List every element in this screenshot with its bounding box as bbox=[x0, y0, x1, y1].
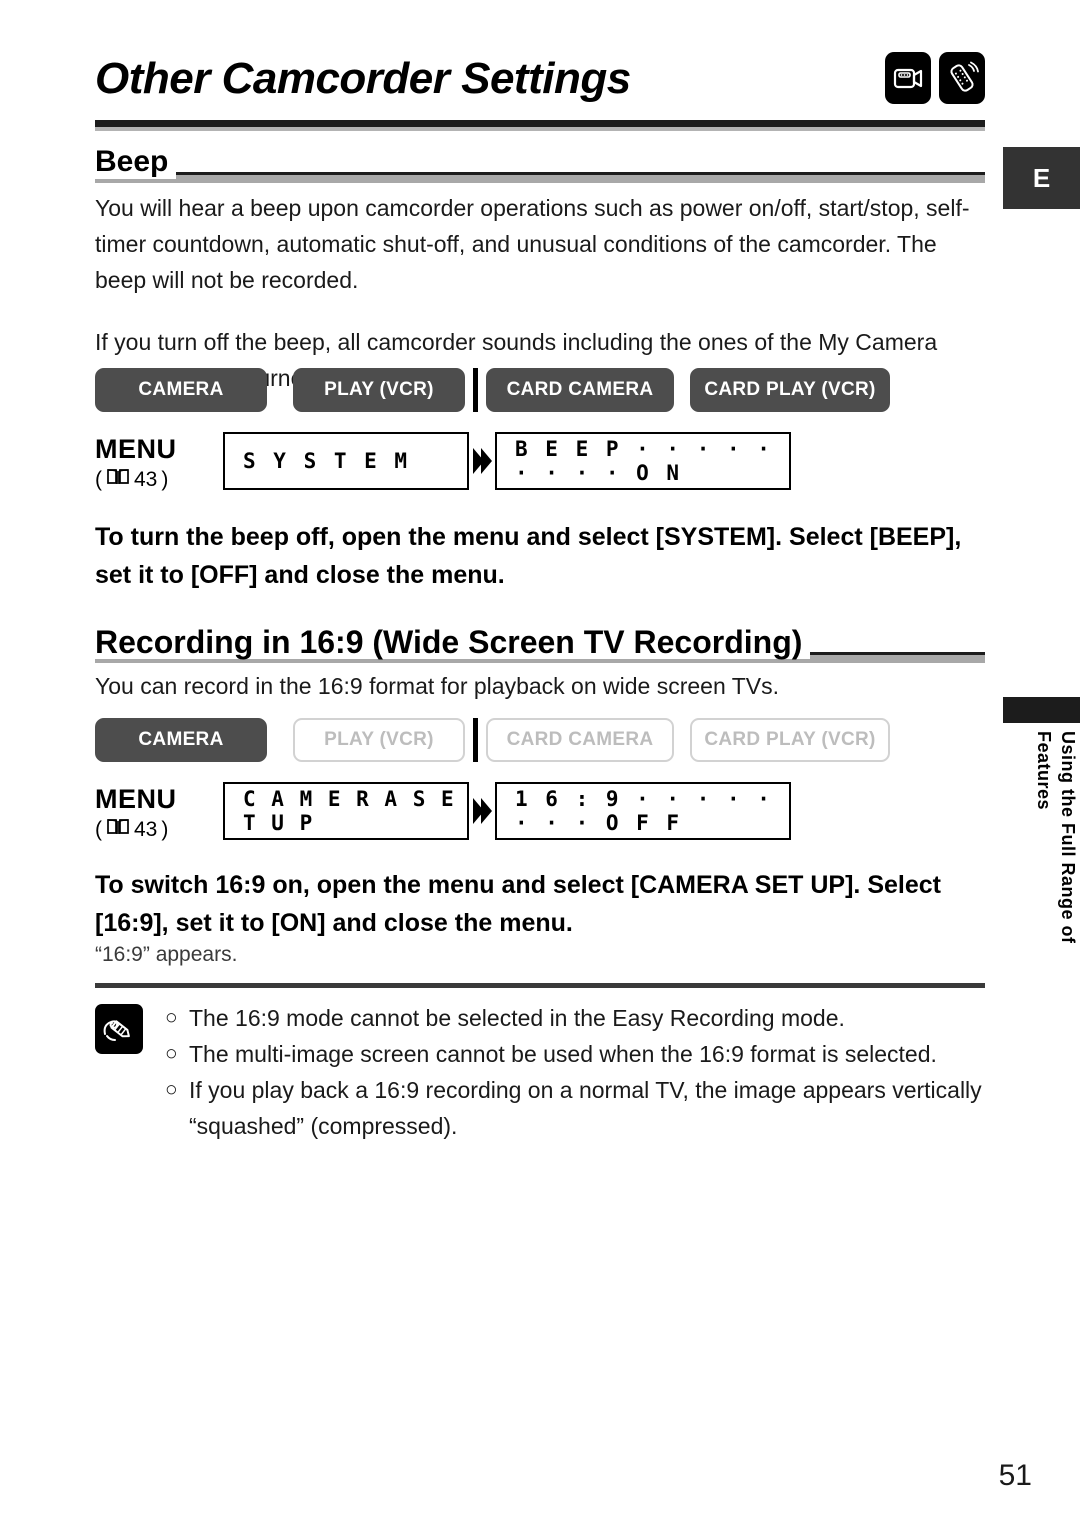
menu-reference: MENU ( 43) bbox=[95, 782, 223, 844]
menu-path-beep: MENU ( 43) S Y S T E M B E E P · · · · ·… bbox=[95, 432, 985, 494]
book-icon bbox=[106, 816, 130, 844]
side-chapter-tab: Using the Full Range of Features bbox=[1003, 697, 1080, 957]
notes-list: ○ The 16:9 mode cannot be selected in th… bbox=[165, 1000, 982, 1144]
paren-open: ( bbox=[95, 468, 102, 491]
note-text: The multi-image screen cannot be used wh… bbox=[189, 1041, 937, 1067]
mode-button-card-camera[interactable]: CARD CAMERA bbox=[486, 368, 674, 412]
section-beep-heading: Beep bbox=[95, 145, 985, 185]
menu-label: MENU bbox=[95, 434, 177, 464]
menu-setting-box[interactable]: 1 6 : 9 · · · · · · · · O F F bbox=[495, 782, 791, 840]
mode-group-separator bbox=[473, 368, 478, 412]
note-text: If you play back a 16:9 recording on a n… bbox=[189, 1077, 982, 1103]
mode-button-camera[interactable]: CAMERA bbox=[95, 368, 267, 412]
menu-reference: MENU ( 43) bbox=[95, 432, 223, 494]
paren-close: ) bbox=[161, 818, 169, 841]
mode-button-camera[interactable]: CAMERA bbox=[95, 718, 267, 762]
menu-label: MENU bbox=[95, 784, 177, 814]
manual-page: Other Camcorder Settings E Using the Ful… bbox=[0, 0, 1080, 1535]
mode-availability-row-beep: CAMERA PLAY (VCR) CARD CAMERA CARD PLAY … bbox=[95, 368, 985, 412]
book-icon bbox=[106, 466, 130, 494]
menu-page-reference: ( 43) bbox=[95, 816, 223, 844]
menu-arrow-icon bbox=[469, 432, 495, 490]
side-tab-bar bbox=[1003, 697, 1080, 723]
heading-rule bbox=[95, 172, 985, 183]
camcorder-icon bbox=[885, 52, 931, 104]
section-widescreen-heading: Recording in 16:9 (Wide Screen TV Record… bbox=[95, 625, 985, 665]
mode-button-card-camera[interactable]: CARD CAMERA bbox=[486, 718, 674, 762]
list-item: ○ If you play back a 16:9 recording on a… bbox=[165, 1072, 982, 1108]
menu-page-number: 43 bbox=[134, 818, 158, 841]
bullet-icon: ○ bbox=[165, 1078, 178, 1101]
section-widescreen-body: You can record in the 16:9 format for pl… bbox=[95, 668, 985, 704]
menu-arrow-icon bbox=[469, 782, 495, 840]
bullet-icon: ○ bbox=[165, 1006, 178, 1029]
sub-note-widescreen: “16:9” appears. bbox=[95, 943, 238, 966]
mode-button-card-play-vcr[interactable]: CARD PLAY (VCR) bbox=[690, 718, 890, 762]
title-divider bbox=[95, 120, 985, 127]
paren-open: ( bbox=[95, 818, 102, 841]
page-title: Other Camcorder Settings bbox=[95, 54, 631, 103]
page-header: Other Camcorder Settings bbox=[95, 48, 985, 118]
side-tab-label: Using the Full Range of Features bbox=[1034, 731, 1078, 944]
language-tab: E bbox=[1003, 147, 1080, 209]
note-continuation: “squashed” (compressed). bbox=[189, 1113, 458, 1139]
menu-page-number: 43 bbox=[134, 468, 158, 491]
section-beep-body: You will hear a beep upon camcorder oper… bbox=[95, 190, 985, 396]
menu-path-widescreen: MENU ( 43) C A M E R A S E T U P 1 6: 9… bbox=[95, 782, 985, 844]
mode-group-separator bbox=[473, 718, 478, 762]
mode-availability-row-widescreen: CAMERA PLAY (VCR) CARD CAMERA CARD PLAY … bbox=[95, 718, 985, 762]
mode-button-card-play-vcr[interactable]: CARD PLAY (VCR) bbox=[690, 368, 890, 412]
paragraph: You will hear a beep upon camcorder oper… bbox=[95, 195, 970, 293]
notes-block: ○ The 16:9 mode cannot be selected in th… bbox=[95, 1000, 985, 1144]
paren-close: ) bbox=[161, 468, 169, 491]
notes-divider bbox=[95, 983, 985, 988]
menu-page-reference: ( 43) bbox=[95, 466, 223, 494]
paragraph: You can record in the 16:9 format for pl… bbox=[95, 673, 779, 699]
section-heading: Recording in 16:9 (Wide Screen TV Record… bbox=[95, 625, 811, 659]
instruction-beep: To turn the beep off, open the menu and … bbox=[95, 523, 962, 589]
note-text: The 16:9 mode cannot be selected in the … bbox=[189, 1005, 845, 1031]
list-item: ○ The 16:9 mode cannot be selected in th… bbox=[165, 1000, 982, 1036]
header-icon-group bbox=[885, 52, 985, 104]
remote-control-icon bbox=[939, 52, 985, 104]
instruction-widescreen: To switch 16:9 on, open the menu and sel… bbox=[95, 871, 941, 937]
section-heading: Beep bbox=[95, 145, 177, 179]
mode-button-play-vcr[interactable]: PLAY (VCR) bbox=[293, 368, 465, 412]
bullet-icon: ○ bbox=[165, 1042, 178, 1065]
menu-setting-box[interactable]: B E E P · · · · · · · · · O N bbox=[495, 432, 791, 490]
mode-button-play-vcr[interactable]: PLAY (VCR) bbox=[293, 718, 465, 762]
menu-category-box[interactable]: C A M E R A S E T U P bbox=[223, 782, 469, 840]
page-number: 51 bbox=[998, 1459, 1032, 1492]
menu-category-box[interactable]: S Y S T E M bbox=[223, 432, 469, 490]
memo-pencil-icon bbox=[95, 1004, 143, 1054]
list-item: ○ The multi-image screen cannot be used … bbox=[165, 1036, 982, 1072]
